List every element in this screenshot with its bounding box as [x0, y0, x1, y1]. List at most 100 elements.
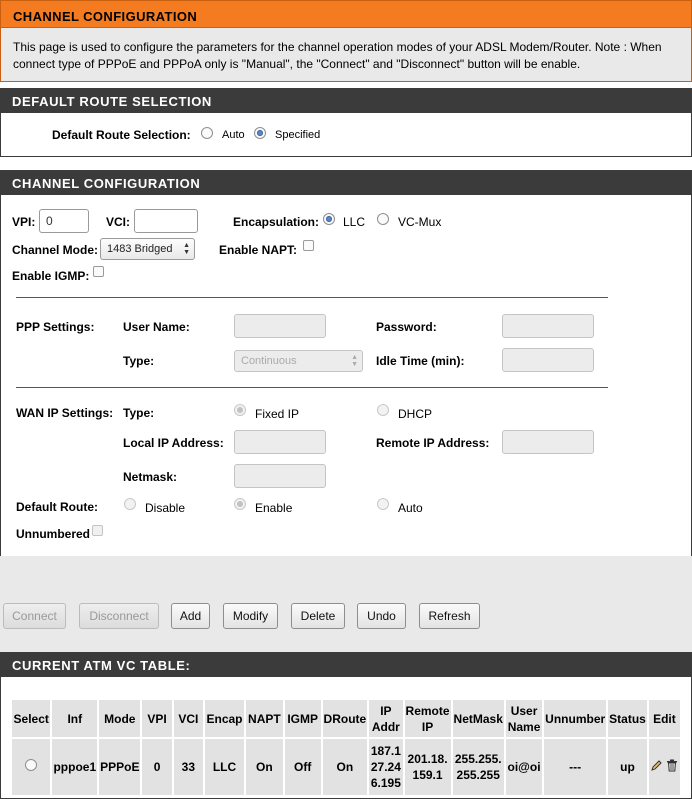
- col-header: Select: [12, 700, 51, 737]
- encap-cell: LLC: [205, 739, 244, 795]
- col-header: Remote IP: [404, 700, 451, 737]
- col-header: IGMP: [284, 700, 321, 737]
- col-header: Status: [608, 700, 647, 737]
- vci-cell: 33: [173, 739, 204, 795]
- default-route-selection-label: Default Route Selection:: [52, 128, 191, 142]
- channel-mode-value: 1483 Bridged: [107, 243, 173, 255]
- encap-llc-radio[interactable]: [323, 213, 335, 225]
- undo-button[interactable]: Undo: [357, 603, 406, 629]
- default-route-disable-label: Disable: [145, 501, 186, 515]
- wan-fixed-ip-radio[interactable]: [234, 404, 246, 416]
- atm-table-section-title: CURRENT ATM VC TABLE:: [0, 652, 692, 676]
- default-route-auto-radio[interactable]: [201, 127, 213, 139]
- encap-vcmux-label: VC-Mux: [398, 215, 442, 229]
- modify-button[interactable]: Modify: [223, 603, 278, 629]
- password-input[interactable]: [502, 314, 594, 338]
- col-header: Encap: [205, 700, 244, 737]
- default-route-enable-radio[interactable]: [234, 498, 246, 510]
- username-input[interactable]: [234, 314, 326, 338]
- disconnect-button[interactable]: Disconnect: [79, 603, 159, 629]
- unnumber-cell: ---: [544, 739, 607, 795]
- netmask-cell: 255.255.255.255: [452, 739, 504, 795]
- user-name-cell: oi@oi: [505, 739, 543, 795]
- col-header: NAPT: [245, 700, 283, 737]
- default-route-disable-radio[interactable]: [124, 498, 136, 510]
- page-title: CHANNEL CONFIGURATION: [0, 0, 692, 28]
- col-header: NetMask: [452, 700, 504, 737]
- vpi-input[interactable]: 0: [39, 209, 89, 233]
- col-header: User Name: [505, 700, 543, 737]
- divider: [16, 387, 608, 388]
- page-description: This page is used to configure the param…: [0, 28, 692, 82]
- igmp-cell: Off: [284, 739, 321, 795]
- inf-cell: pppoe1: [52, 739, 98, 795]
- encap-vcmux-radio[interactable]: [377, 213, 389, 225]
- netmask-label: Netmask:: [123, 470, 178, 484]
- encap-llc-label: LLC: [343, 215, 366, 229]
- refresh-button[interactable]: Refresh: [419, 603, 480, 629]
- netmask-input[interactable]: [234, 464, 326, 488]
- napt-cell: On: [245, 739, 283, 795]
- select-cell: [12, 739, 51, 795]
- ip-addr-cell: 187.127.246.195: [369, 739, 403, 795]
- droute-cell: On: [322, 739, 368, 795]
- default-route-auto-label-wan: Auto: [398, 501, 423, 515]
- idle-time-label: Idle Time (min):: [376, 354, 465, 368]
- password-label: Password:: [376, 320, 437, 334]
- ppp-type-label: Type:: [123, 354, 155, 368]
- enable-igmp-label: Enable IGMP:: [12, 269, 90, 283]
- row-select-radio[interactable]: [25, 759, 38, 771]
- default-route-section-title: DEFAULT ROUTE SELECTION: [0, 88, 692, 112]
- local-ip-label: Local IP Address:: [123, 436, 224, 450]
- col-header: Inf: [52, 700, 98, 737]
- default-route-specified-label: Specified: [275, 129, 321, 141]
- pencil-icon[interactable]: [650, 759, 663, 775]
- enable-napt-label: Enable NAPT:: [219, 243, 298, 257]
- ppp-type-value: Continuous: [241, 355, 297, 367]
- default-route-auto-radio-wan[interactable]: [377, 498, 389, 510]
- vpi-cell: 0: [142, 739, 172, 795]
- col-header: VCI: [173, 700, 204, 737]
- default-route-section: Default Route Selection: Auto Specified: [0, 112, 692, 157]
- username-label: User Name:: [123, 320, 190, 334]
- unnumbered-checkbox[interactable]: [92, 525, 103, 536]
- default-route-specified-radio[interactable]: [254, 127, 266, 139]
- enable-napt-checkbox[interactable]: [303, 240, 314, 251]
- channel-config-section: VPI: 0 VCI: Encapsulation: LLC VC-Mux Ch…: [0, 194, 692, 556]
- add-button[interactable]: Add: [171, 603, 210, 629]
- channel-mode-select[interactable]: 1483 Bridged ▲ ▼: [100, 238, 195, 260]
- col-header: IP Addr: [369, 700, 403, 737]
- idle-time-input[interactable]: [502, 348, 594, 372]
- atm-vc-table: Select Inf Mode VPI VCI Encap NAPT IGMP …: [10, 698, 682, 797]
- default-route-enable-label: Enable: [255, 501, 293, 515]
- unnumbered-label: Unnumbered: [16, 527, 91, 541]
- wan-dhcp-label: DHCP: [398, 407, 433, 421]
- connect-button[interactable]: Connect: [3, 603, 66, 629]
- remote-ip-label: Remote IP Address:: [376, 436, 490, 450]
- col-header: VPI: [142, 700, 172, 737]
- remote-ip-input[interactable]: [502, 430, 594, 454]
- encapsulation-label: Encapsulation:: [233, 215, 320, 229]
- enable-igmp-checkbox[interactable]: [93, 266, 104, 277]
- col-header: Edit: [648, 700, 680, 737]
- remote-ip-cell: 201.18.159.1: [404, 739, 451, 795]
- col-header: Mode: [99, 700, 141, 737]
- status-cell: up: [608, 739, 647, 795]
- edit-cell: [648, 739, 680, 795]
- channel-config-section-title: CHANNEL CONFIGURATION: [0, 170, 692, 194]
- delete-button[interactable]: Delete: [291, 603, 345, 629]
- channel-mode-label: Channel Mode:: [12, 243, 98, 257]
- table-header-row: Select Inf Mode VPI VCI Encap NAPT IGMP …: [12, 700, 680, 737]
- local-ip-input[interactable]: [234, 430, 326, 454]
- wan-dhcp-radio[interactable]: [377, 404, 389, 416]
- divider: [16, 297, 608, 298]
- col-header: Unnumber: [544, 700, 607, 737]
- vci-input[interactable]: [134, 209, 198, 233]
- ppp-settings-label: PPP Settings:: [16, 320, 95, 334]
- trash-icon[interactable]: [666, 759, 678, 776]
- select-spinner-icon: ▲ ▼: [183, 242, 190, 256]
- table-row: pppoe1 PPPoE 0 33 LLC On Off On 187.127.…: [12, 739, 680, 795]
- vci-label: VCI:: [106, 215, 130, 229]
- ppp-type-select[interactable]: Continuous ▲ ▼: [234, 350, 363, 372]
- wan-fixed-ip-label: Fixed IP: [255, 407, 300, 421]
